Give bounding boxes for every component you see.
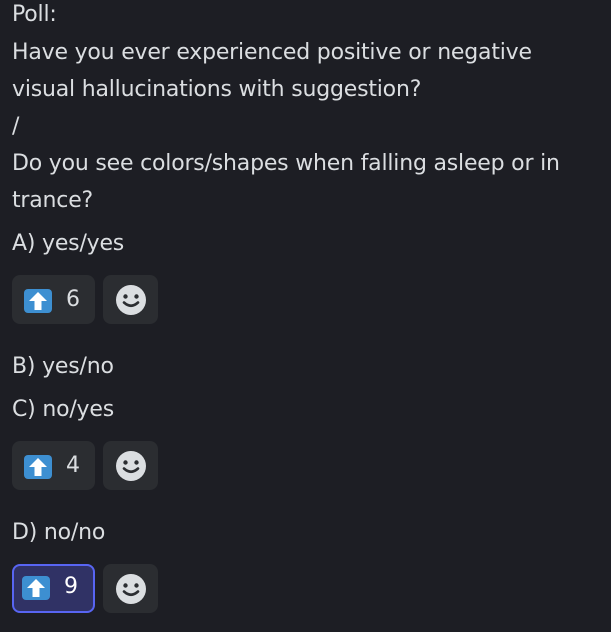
reaction-up-arrow-selected[interactable]: 9 [12,564,95,613]
reaction-count: 9 [64,574,78,599]
add-reaction-button[interactable] [103,275,158,324]
smiley-add-icon [116,285,146,315]
arrow-up-emoji-icon [24,289,52,313]
reaction-count: 6 [66,287,80,312]
poll-option-d: D) no/no [12,520,106,545]
poll-option-c: C) no/yes [12,397,114,422]
add-reaction-button[interactable] [103,441,158,490]
poll-option-a: A) yes/yes [12,231,125,256]
reaction-up-arrow[interactable]: 4 [12,441,95,490]
arrow-up-emoji-icon [24,455,52,479]
message-line: / [12,114,20,139]
reaction-up-arrow[interactable]: 6 [12,275,95,324]
smiley-add-icon [116,574,146,604]
message-line: Poll: [12,2,57,27]
message-line: visual hallucinations with suggestion? [12,77,422,102]
message-line: trance? [12,188,94,213]
message-line: Do you see colors/shapes when falling as… [12,151,560,176]
smiley-add-icon [116,451,146,481]
message-content: Poll: Have you ever experienced positive… [0,0,611,632]
reaction-count: 4 [66,453,80,478]
arrow-up-emoji-icon [22,576,50,600]
poll-option-b: B) yes/no [12,354,114,379]
add-reaction-button[interactable] [103,564,158,613]
message-line: Have you ever experienced positive or ne… [12,40,532,65]
